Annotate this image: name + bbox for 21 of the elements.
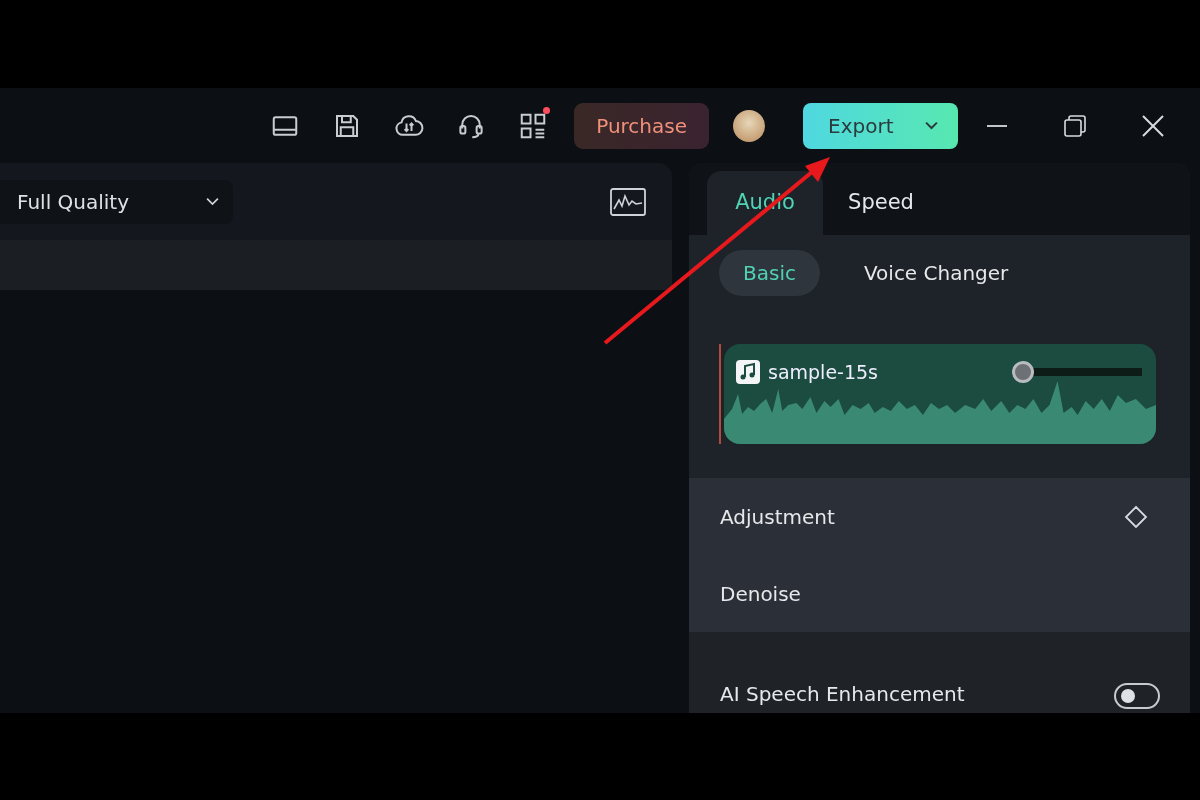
subtab[interactable]: Voice Changer xyxy=(839,250,1033,297)
clip-name: sample-15s xyxy=(768,360,879,386)
audio-clip[interactable]: sample-15s xyxy=(724,344,1156,445)
section-label: Adjustment xyxy=(720,503,835,531)
panel-tab[interactable]: Speed xyxy=(823,171,939,236)
export-button[interactable]: Export xyxy=(803,102,958,149)
option-label: AI Speech Enhancement xyxy=(720,681,965,708)
chevron-down-icon xyxy=(925,121,938,130)
avatar[interactable] xyxy=(733,109,765,142)
toggle-switch[interactable] xyxy=(1114,683,1160,709)
apps-icon[interactable] xyxy=(518,110,549,141)
music-note-icon xyxy=(736,360,760,385)
diamond-icon[interactable] xyxy=(1124,504,1148,529)
purchase-button[interactable]: Purchase xyxy=(574,102,709,149)
close-icon[interactable] xyxy=(1141,113,1165,138)
subtab[interactable]: Basic xyxy=(719,250,820,297)
waveform-monitor-icon[interactable] xyxy=(610,187,646,216)
restore-icon[interactable] xyxy=(1063,113,1087,138)
chevron-down-icon xyxy=(206,197,219,206)
quality-dropdown[interactable]: Full Quality xyxy=(0,179,233,224)
section-label: Denoise xyxy=(720,580,801,608)
